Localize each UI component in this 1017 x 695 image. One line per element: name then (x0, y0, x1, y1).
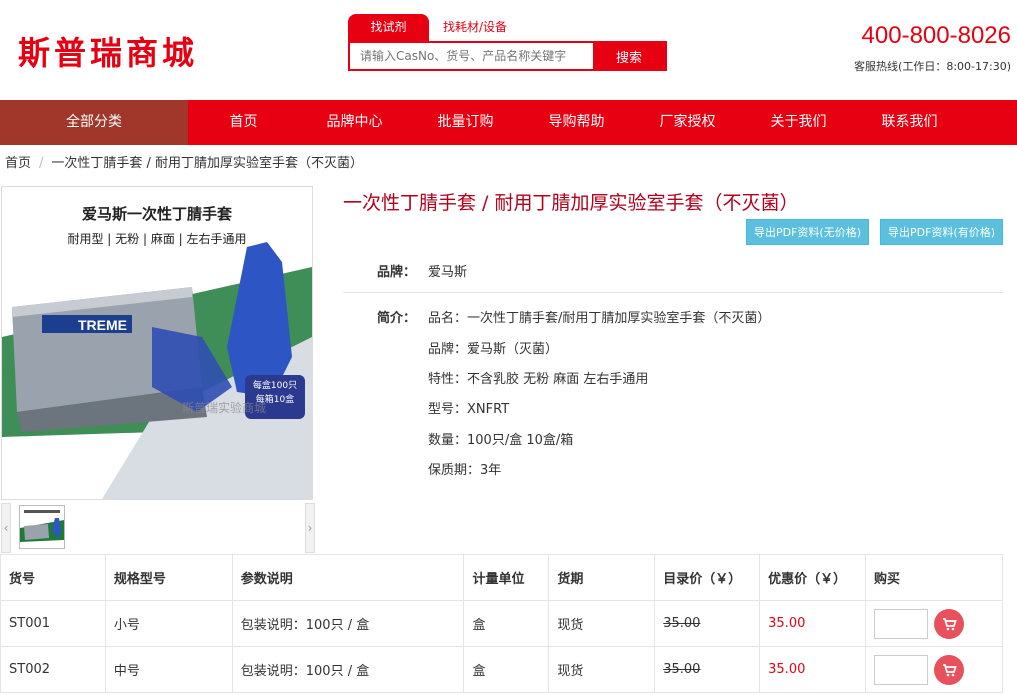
cell-lead: 现货 (548, 646, 656, 693)
cell-spec: 中号 (104, 646, 233, 693)
brand-label: 品牌： (377, 265, 417, 280)
sale-price: 35.00 (768, 662, 806, 677)
cell-sku: ST002 (0, 646, 106, 693)
search-tabs: 找试剂 找耗材/设备 (348, 14, 521, 41)
cart-icon (943, 663, 957, 676)
brand-value[interactable]: 爱马斯 (428, 261, 467, 280)
nav-all-categories[interactable]: 全部分类 (0, 100, 188, 145)
nav-bulk-order[interactable]: 批量订购 (410, 100, 521, 145)
cell-unit: 盒 (463, 600, 550, 647)
cell-list-price: 35.00 (654, 646, 761, 693)
col-header-spec: 规格型号 (104, 554, 233, 601)
product-title: 一次性丁腈手套 / 耐用丁腈加厚实验室手套（不灭菌） (343, 192, 799, 214)
thumbnail-item[interactable] (19, 505, 65, 549)
breadcrumb-home[interactable]: 首页 (5, 156, 31, 171)
add-to-cart-button[interactable] (934, 608, 965, 639)
intro-label: 简介： (377, 311, 417, 326)
main-nav: 全部分类 首页 品牌中心 批量订购 导购帮助 厂家授权 关于我们 联系我们 (0, 100, 1017, 145)
site-logo[interactable]: 斯普瑞商城 (18, 28, 198, 74)
export-pdf-with-price-button[interactable]: 导出PDF资料(有价格) (880, 219, 1003, 245)
cell-param: 包装说明：100只 / 盒 (231, 646, 465, 693)
intro-line: 品牌：爱马斯（灭菌） (428, 342, 559, 357)
export-pdf-no-price-button[interactable]: 导出PDF资料(无价格) (746, 219, 869, 245)
intro-line: 数量：100只/盒 10盒/箱 (428, 433, 574, 448)
quantity-input[interactable] (874, 654, 929, 685)
product-image-subtitle: 耐用型 | 无粉 | 麻面 | 左右手通用 (67, 232, 247, 246)
col-header-sale-price: 优惠价（￥） (759, 554, 867, 601)
intro-line: 型号：XNFRT (428, 402, 510, 417)
cell-buy (865, 646, 1003, 693)
product-box-brand: TREME (78, 317, 127, 333)
search-button[interactable]: 搜索 (593, 43, 665, 69)
col-header-sku: 货号 (0, 554, 106, 601)
table-header-row: 货号 规格型号 参数说明 计量单位 货期 目录价（￥） 优惠价（￥） 购买 (0, 554, 1003, 601)
nav-help[interactable]: 导购帮助 (521, 100, 632, 145)
search-input[interactable] (350, 43, 593, 69)
breadcrumb-current: 一次性丁腈手套 / 耐用丁腈加厚实验室手套（不灭菌） (51, 156, 364, 171)
col-header-unit: 计量单位 (463, 554, 550, 601)
tab-reagent[interactable]: 找试剂 (348, 14, 429, 41)
thumbnail-graphic (20, 506, 64, 548)
image-watermark: 斯普瑞实验商城 (182, 401, 267, 415)
thumbnail-strip: ‹ › (1, 503, 315, 553)
hotline-number: 400-800-8026 (861, 22, 1011, 49)
col-header-list-price: 目录价（￥） (654, 554, 761, 601)
cell-sku: ST001 (0, 600, 106, 647)
nav-home[interactable]: 首页 (188, 100, 299, 145)
cell-unit: 盒 (463, 646, 550, 693)
col-header-lead: 货期 (548, 554, 656, 601)
table-row: ST001 小号 包装说明：100只 / 盒 盒 现货 35.00 35.00 (0, 600, 1003, 647)
thumb-next-button[interactable]: › (305, 503, 315, 553)
search-box: 搜索 (348, 41, 667, 71)
hotline-hours: 客服热线(工作日：8:00-17:30) (854, 60, 1011, 73)
thumb-prev-button[interactable]: ‹ (1, 503, 11, 553)
nav-brands[interactable]: 品牌中心 (299, 100, 410, 145)
cell-param: 包装说明：100只 / 盒 (231, 600, 465, 647)
nav-authorization[interactable]: 厂家授权 (632, 100, 743, 145)
nav-about[interactable]: 关于我们 (743, 100, 854, 145)
cart-icon (943, 617, 957, 630)
product-main-image[interactable]: 爱马斯一次性丁腈手套 耐用型 | 无粉 | 麻面 | 左右手通用 TREME 每… (1, 186, 313, 500)
badge-line-1: 每盒100只 (252, 381, 298, 391)
product-image-title: 爱马斯一次性丁腈手套 (81, 205, 232, 223)
nav-contact[interactable]: 联系我们 (854, 100, 965, 145)
breadcrumb-separator: / (39, 156, 44, 171)
col-header-param: 参数说明 (231, 554, 465, 601)
cell-spec: 小号 (104, 600, 233, 647)
intro-line: 特性：不含乳胶 无粉 麻面 左右手通用 (428, 372, 649, 387)
list-price: 35.00 (663, 616, 701, 631)
intro-line: 保质期：3年 (428, 463, 502, 478)
breadcrumb: 首页 / 一次性丁腈手套 / 耐用丁腈加厚实验室手套（不灭菌） (5, 152, 363, 171)
cell-sale-price: 35.00 (759, 600, 867, 647)
table-row: ST002 中号 包装说明：100只 / 盒 盒 现货 35.00 35.00 (0, 646, 1003, 693)
col-header-buy: 购买 (865, 554, 1003, 601)
cell-buy (865, 600, 1003, 647)
sale-price: 35.00 (768, 616, 806, 631)
brand-row: 品牌： 爱马斯 (343, 248, 1003, 293)
cell-lead: 现货 (548, 600, 656, 647)
spec-table: 货号 规格型号 参数说明 计量单位 货期 目录价（￥） 优惠价（￥） 购买 ST… (0, 554, 1003, 693)
add-to-cart-button[interactable] (934, 654, 965, 685)
list-price: 35.00 (663, 662, 701, 677)
cell-list-price: 35.00 (654, 600, 761, 647)
cell-sale-price: 35.00 (759, 646, 867, 693)
quantity-input[interactable] (874, 608, 929, 639)
tab-consumables[interactable]: 找耗材/设备 (429, 14, 521, 41)
intro-line: 品名：一次性丁腈手套/耐用丁腈加厚实验室手套（不灭菌） (428, 311, 771, 326)
